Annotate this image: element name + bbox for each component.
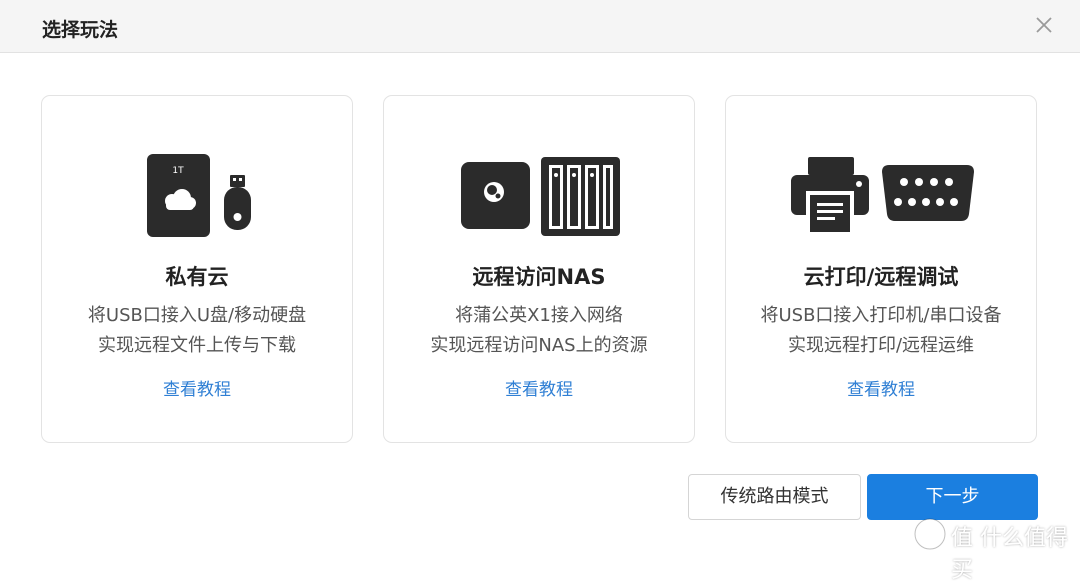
next-button[interactable]: 下一步 — [867, 474, 1038, 520]
drive-label: 1T — [172, 166, 184, 176]
dialog-title: 选择玩法 — [42, 19, 119, 41]
printer-icon — [791, 157, 869, 236]
view-tutorial-link[interactable]: 查看教程 — [42, 375, 352, 400]
card-desc-line: 实现远程打印/远程运维 — [787, 335, 975, 356]
card-description: 将USB口接入打印机/串口设备 实现远程打印/远程运维 — [726, 301, 1036, 361]
card-remote-nas[interactable]: 远程访问NAS 将蒲公英X1接入网络 实现远程访问NAS上的资源 查看教程 — [383, 95, 695, 443]
smzdm-logo-icon — [914, 518, 946, 550]
card-private-cloud[interactable]: 1T 私有云 将USB口接入U盘/移动硬盘 实现远程文件上传与下载 查看教程 — [41, 95, 353, 443]
dialog-header: 选择玩法 — [0, 0, 1080, 53]
router-device-icon — [461, 162, 530, 229]
card-title: 私有云 — [165, 265, 229, 289]
card-desc-line: 将USB口接入U盘/移动硬盘 — [87, 305, 307, 326]
card-icons — [726, 151, 1036, 241]
card-desc-line: 实现远程文件上传与下载 — [98, 335, 296, 356]
card-desc-line: 将蒲公英X1接入网络 — [455, 305, 623, 326]
hard-drive-cloud-icon: 1T — [147, 154, 210, 237]
view-tutorial-link[interactable]: 查看教程 — [384, 375, 694, 400]
card-desc-line: 将USB口接入打印机/串口设备 — [760, 305, 1002, 326]
watermark-text: 值 什么值得买 — [951, 526, 1068, 583]
card-cloud-print[interactable]: 云打印/远程调试 将USB口接入打印机/串口设备 实现远程打印/远程运维 查看教… — [725, 95, 1037, 443]
card-icons: 1T — [42, 151, 352, 241]
card-description: 将USB口接入U盘/移动硬盘 实现远程文件上传与下载 — [42, 301, 352, 361]
watermark: 值 什么值得买 — [913, 516, 1073, 583]
usb-stick-icon — [224, 175, 251, 230]
view-tutorial-link[interactable]: 查看教程 — [726, 375, 1036, 400]
card-title: 云打印/远程调试 — [803, 265, 959, 289]
nas-icon — [541, 157, 620, 236]
traditional-router-mode-button[interactable]: 传统路由模式 — [688, 474, 861, 520]
card-description: 将蒲公英X1接入网络 实现远程访问NAS上的资源 — [384, 301, 694, 361]
close-icon[interactable] — [1033, 14, 1055, 36]
card-icons — [384, 151, 694, 241]
card-desc-line: 实现远程访问NAS上的资源 — [430, 335, 648, 356]
serial-port-icon — [882, 165, 974, 221]
card-title: 远程访问NAS — [472, 265, 606, 289]
